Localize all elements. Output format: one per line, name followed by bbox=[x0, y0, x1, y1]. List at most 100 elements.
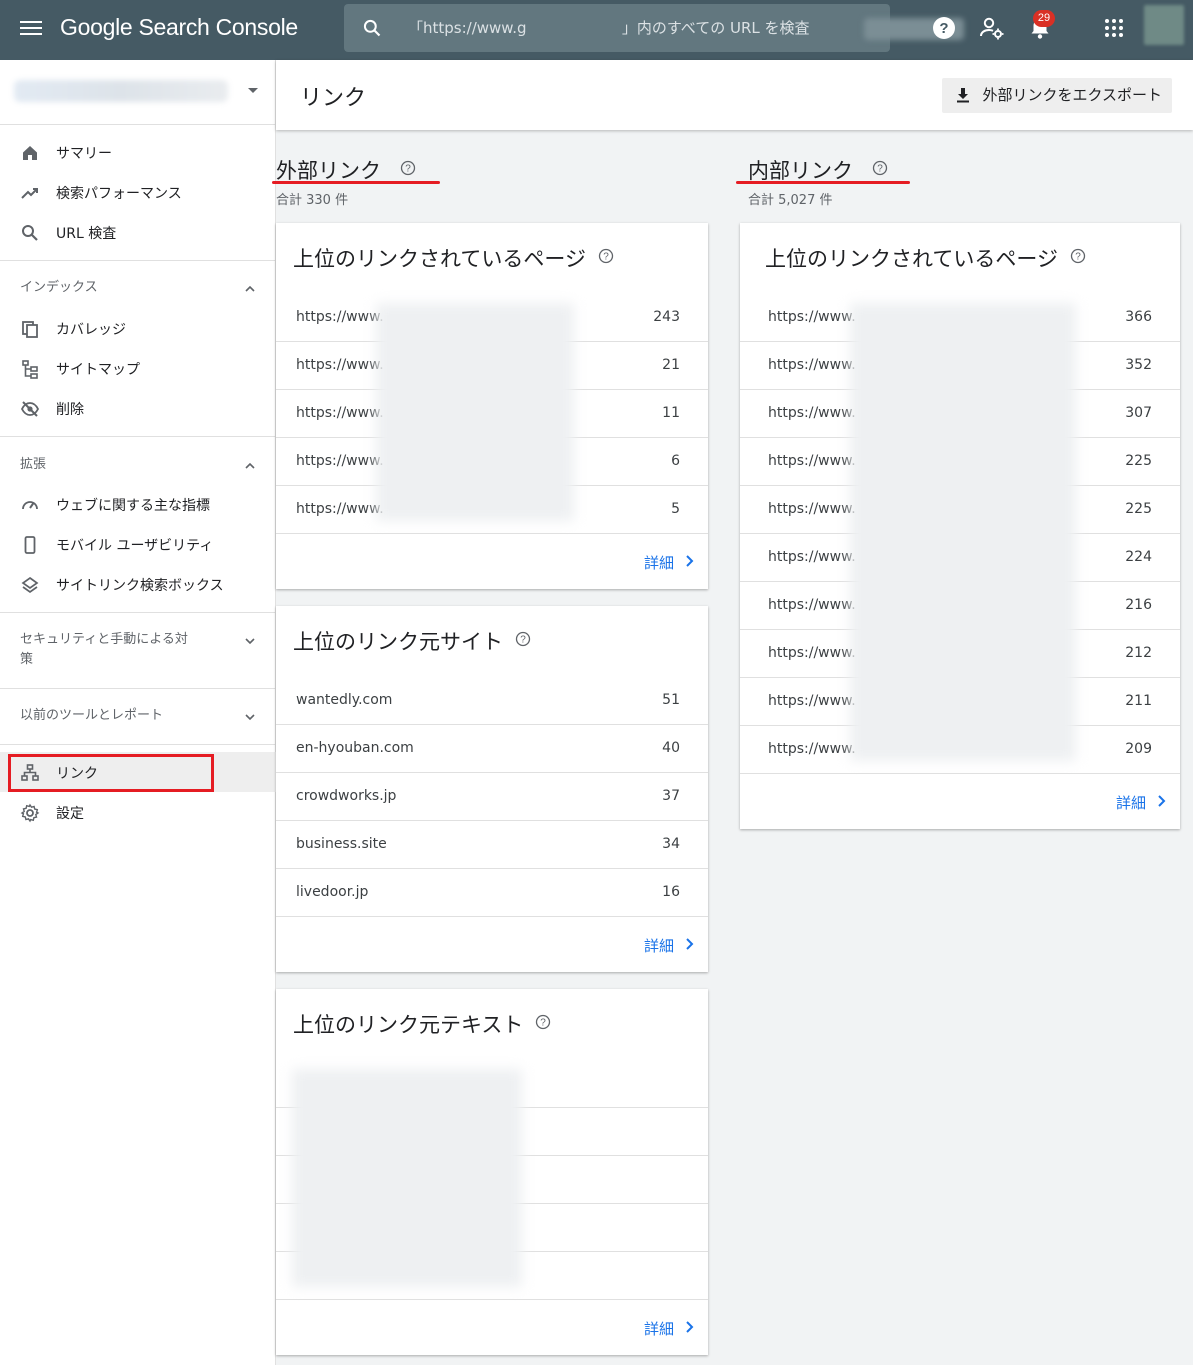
row-count: 16 bbox=[662, 884, 680, 900]
sidebar-item-sitemaps[interactable]: サイトマップ bbox=[0, 348, 276, 388]
highlight-annotation-links bbox=[8, 754, 214, 792]
row-url: https://www. bbox=[296, 501, 384, 517]
section-label: 拡張 bbox=[20, 457, 47, 472]
table-row[interactable]: livedoor.jp 16 bbox=[276, 869, 708, 917]
account-avatar[interactable] bbox=[1144, 5, 1184, 45]
table-row[interactable]: wantedly.com 51 bbox=[276, 677, 708, 725]
row-site: business.site bbox=[296, 836, 387, 852]
table-row[interactable]: business.site 34 bbox=[276, 821, 708, 869]
row-count: 225 bbox=[1125, 453, 1152, 469]
visibility-off-icon bbox=[20, 401, 40, 417]
sidebar-item-performance[interactable]: 検索パフォーマンス bbox=[0, 172, 276, 212]
top-app-bar: Google Search Console ? 29 bbox=[0, 0, 1193, 60]
export-external-links-button[interactable]: 外部リンクをエクスポート bbox=[942, 78, 1172, 113]
section-label: セキュリティと手動による対策 bbox=[20, 632, 188, 667]
sidebar-item-sitelinks-searchbox[interactable]: サイトリンク検索ボックス bbox=[0, 564, 276, 604]
url-inspection-search[interactable] bbox=[344, 4, 964, 52]
row-url: https://www. bbox=[768, 405, 856, 421]
sidebar-item-mobile-usability[interactable]: モバイル ユーザビリティ bbox=[0, 524, 276, 564]
row-site: crowdworks.jp bbox=[296, 788, 397, 804]
details-label: 詳細 bbox=[643, 937, 674, 955]
trending-up-icon bbox=[21, 188, 38, 199]
page-title: リンク bbox=[300, 86, 367, 111]
help-outline-icon[interactable]: ? bbox=[1070, 248, 1086, 264]
coverage-icon bbox=[22, 321, 38, 338]
details-link[interactable]: 詳細 bbox=[1116, 792, 1166, 813]
sidebar-item-url-inspection[interactable]: URL 検査 bbox=[0, 212, 276, 252]
apps-grid-icon[interactable] bbox=[1100, 14, 1128, 42]
table-row[interactable]: en-hyouban.com 40 bbox=[276, 725, 708, 773]
chevron-down-icon bbox=[245, 638, 255, 645]
sidebar-nav: サマリー 検索パフォーマンス URL 検査 インデックス カバレッジ サイトマッ… bbox=[0, 60, 276, 1365]
row-url: https://www. bbox=[296, 405, 384, 421]
card-external-top-linked-pages: 上位のリンクされているページ? https://www. 243 https://… bbox=[276, 223, 708, 589]
details-link[interactable]: 詳細 bbox=[643, 1318, 694, 1339]
card-title-text: 上位のリンクされているページ bbox=[293, 247, 586, 271]
details-label: 詳細 bbox=[643, 1320, 674, 1338]
chevron-right-icon bbox=[686, 555, 694, 567]
total-count: 合計 5,027 件 bbox=[748, 193, 833, 208]
chevron-down-icon bbox=[245, 714, 255, 721]
row-count: 366 bbox=[1125, 309, 1152, 325]
search-icon bbox=[363, 19, 381, 37]
row-count: 37 bbox=[662, 788, 680, 804]
svg-text:?: ? bbox=[520, 635, 526, 646]
help-icon[interactable]: ? bbox=[930, 14, 958, 42]
divider bbox=[0, 124, 276, 125]
hamburger-menu-icon[interactable] bbox=[20, 18, 42, 40]
row-count: 352 bbox=[1125, 357, 1152, 373]
divider bbox=[0, 612, 276, 613]
row-count: 211 bbox=[1125, 693, 1152, 709]
row-count: 40 bbox=[662, 740, 680, 756]
divider bbox=[0, 260, 276, 261]
row-site: wantedly.com bbox=[296, 692, 393, 708]
section-legacy-header[interactable]: 以前のツールとレポート bbox=[0, 706, 276, 726]
help-outline-icon[interactable]: ? bbox=[598, 248, 614, 264]
section-label: インデックス bbox=[20, 280, 98, 295]
redacted-urls bbox=[850, 303, 1076, 761]
card-title: 上位のリンク元テキスト? bbox=[293, 1009, 551, 1039]
sidebar-item-removals[interactable]: 削除 bbox=[0, 388, 276, 428]
sidebar-item-coverage[interactable]: カバレッジ bbox=[0, 308, 276, 348]
details-link[interactable]: 詳細 bbox=[643, 935, 694, 956]
redacted-anchor-texts bbox=[292, 1069, 522, 1287]
sidebar-item-core-web-vitals[interactable]: ウェブに関する主な指標 bbox=[0, 484, 276, 524]
page-header: リンク 外部リンクをエクスポート bbox=[276, 60, 1193, 130]
details-link[interactable]: 詳細 bbox=[643, 552, 694, 573]
card-external-top-linking-text: 上位のリンク元テキスト? 詳細 bbox=[276, 989, 708, 1355]
sidebar-item-summary[interactable]: サマリー bbox=[0, 132, 276, 172]
svg-text:?: ? bbox=[405, 164, 411, 175]
redacted-property-name bbox=[14, 80, 228, 102]
svg-text:?: ? bbox=[603, 252, 609, 263]
card-title: 上位のリンク元サイト? bbox=[293, 626, 531, 656]
help-outline-icon[interactable]: ? bbox=[515, 631, 531, 647]
help-outline-icon[interactable]: ? bbox=[872, 160, 888, 176]
product-logo[interactable]: Google Search Console bbox=[60, 14, 298, 41]
chevron-up-icon bbox=[245, 462, 255, 469]
divider bbox=[0, 436, 276, 437]
table-row[interactable]: crowdworks.jp 37 bbox=[276, 773, 708, 821]
svg-text:?: ? bbox=[1075, 252, 1081, 263]
row-url: https://www. bbox=[768, 357, 856, 373]
section-security-header[interactable]: セキュリティと手動による対策 bbox=[0, 630, 276, 670]
section-index-header[interactable]: インデックス bbox=[0, 278, 276, 298]
search-input[interactable] bbox=[408, 4, 868, 52]
help-outline-icon[interactable]: ? bbox=[400, 160, 416, 176]
row-site: en-hyouban.com bbox=[296, 740, 414, 756]
sidebar-item-settings[interactable]: 設定 bbox=[0, 792, 276, 832]
details-label: 詳細 bbox=[643, 554, 674, 572]
row-url: https://www. bbox=[768, 453, 856, 469]
card-title: 上位のリンクされているページ? bbox=[765, 243, 1086, 273]
row-count: 216 bbox=[1125, 597, 1152, 613]
sidebar-item-label: モバイル ユーザビリティ bbox=[56, 538, 214, 554]
card-title: 上位のリンクされているページ? bbox=[293, 243, 614, 273]
property-selector[interactable] bbox=[14, 76, 262, 108]
chevron-right-icon bbox=[686, 1321, 694, 1333]
section-enhancements-header[interactable]: 拡張 bbox=[0, 455, 276, 475]
help-outline-icon[interactable]: ? bbox=[535, 1014, 551, 1030]
underline-annotation bbox=[736, 181, 910, 184]
manage-users-icon[interactable] bbox=[978, 14, 1006, 42]
row-url: https://www. bbox=[296, 309, 384, 325]
sidebar-item-label: サイトリンク検索ボックス bbox=[56, 578, 224, 594]
row-site: livedoor.jp bbox=[296, 884, 369, 900]
